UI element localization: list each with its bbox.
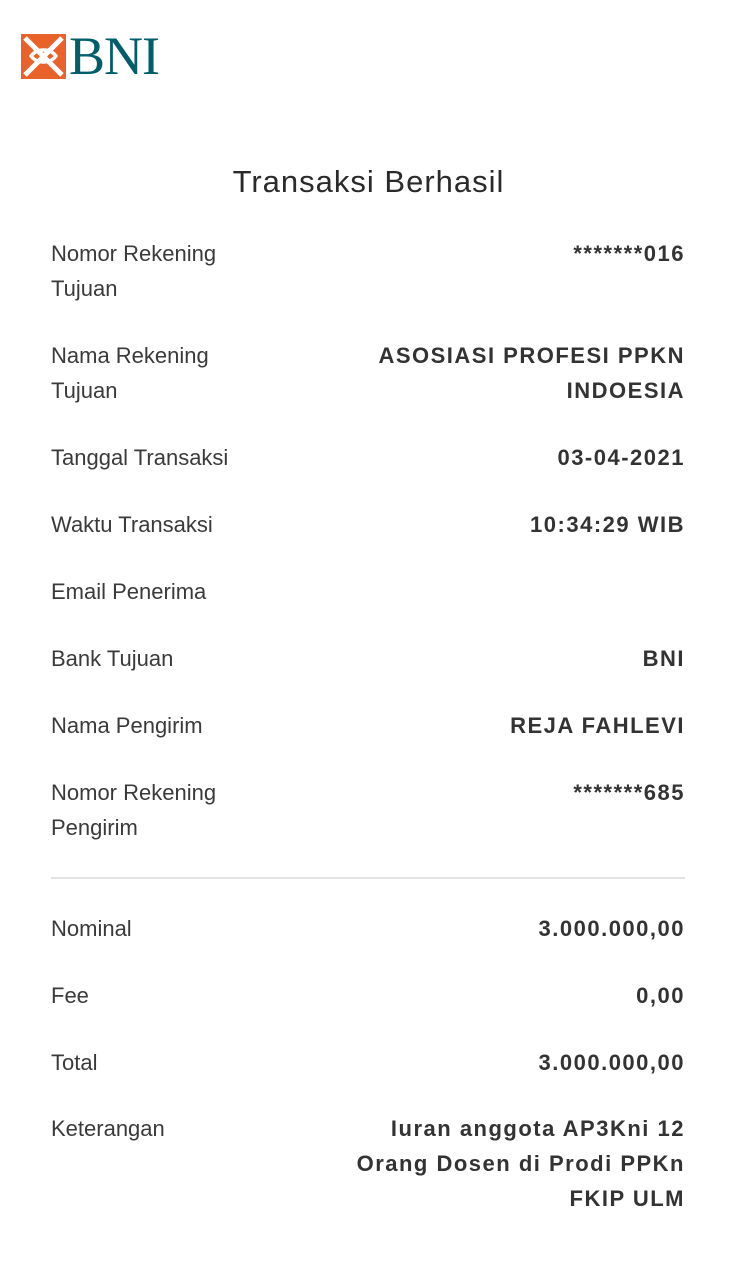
detail-value: REJA FAHLEVI [510,713,685,738]
summary-label: Nominal [51,916,132,941]
summary-value: Iuran anggota AP3Kni 12 Orang Dosen di P… [356,1116,685,1211]
summary-value: 3.000.000,00 [538,916,685,941]
detail-value: BNI [642,646,685,671]
detail-label: Nomor Rekening Tujuan [51,241,217,301]
detail-row-tanggal-transaksi: Tanggal Transaksi 03-04-2021 [51,440,685,475]
detail-label: Bank Tujuan [51,646,174,671]
detail-label: Email Penerima [51,579,207,604]
summary-value: 0,00 [636,983,685,1008]
summary-label: Total [51,1050,98,1075]
bni-logo-mark-icon [21,33,66,79]
detail-label: Tanggal Transaksi [51,445,229,470]
summary-row-nominal: Nominal 3.000.000,00 [51,911,685,946]
summary-label: Fee [51,983,89,1008]
detail-value: *******016 [573,241,685,266]
summary-row-total: Total 3.000.000,00 [51,1045,685,1080]
detail-label: Nomor Rekening Pengirim [51,780,217,840]
detail-row-nomor-rekening-pengirim: Nomor Rekening Pengirim *******685 [51,775,685,845]
detail-row-nomor-rekening-tujuan: Nomor Rekening Tujuan *******016 [51,236,685,306]
detail-row-email-penerima: Email Penerima [51,574,685,609]
bni-logo: BNI [21,26,160,86]
detail-label: Nama Rekening Tujuan [51,343,209,403]
summary-label: Keterangan [51,1116,165,1141]
detail-value: 10:34:29 WIB [530,512,685,537]
detail-label: Nama Pengirim [51,713,203,738]
detail-label: Waktu Transaksi [51,512,213,537]
detail-value: 03-04-2021 [557,445,685,470]
detail-value: ASOSIASI PROFESI PPKN INDOESIA [378,343,685,403]
bni-logo-text: BNI [69,26,160,86]
summary-value: 3.000.000,00 [538,1050,685,1075]
section-divider [51,877,685,879]
detail-row-nama-pengirim: Nama Pengirim REJA FAHLEVI [51,708,685,743]
detail-value: *******685 [573,780,685,805]
summary-row-fee: Fee 0,00 [51,978,685,1013]
detail-row-waktu-transaksi: Waktu Transaksi 10:34:29 WIB [51,507,685,542]
detail-row-bank-tujuan: Bank Tujuan BNI [51,641,685,676]
summary-row-keterangan: Keterangan Iuran anggota AP3Kni 12 Orang… [51,1111,685,1216]
detail-row-nama-rekening-tujuan: Nama Rekening Tujuan ASOSIASI PROFESI PP… [51,338,685,408]
page-title: Transaksi Berhasil [232,164,505,199]
